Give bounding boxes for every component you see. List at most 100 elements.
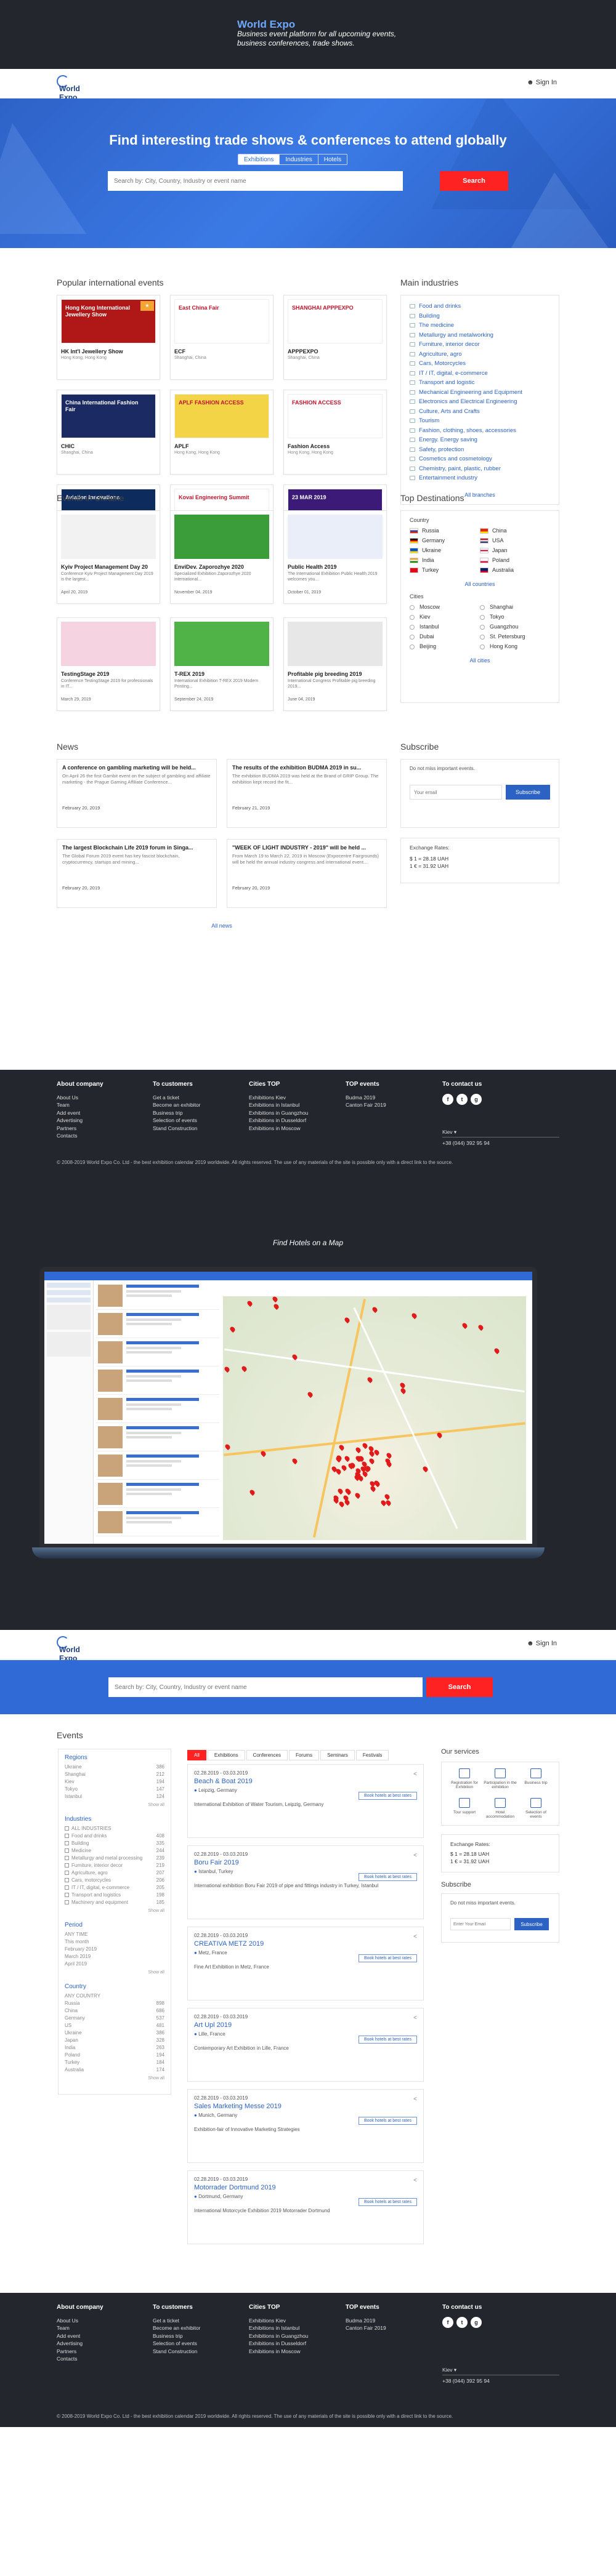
event-title[interactable]: Art Upl 2019 — [194, 2021, 417, 2029]
footer-link[interactable]: Exhibitions Kiev — [249, 1094, 308, 1102]
popular-event-card[interactable]: SHANGHAI APPPEXPO APPPEXPO Shanghai, China — [283, 295, 387, 380]
filter-option[interactable]: Agriculture, agro 207 — [65, 1869, 164, 1877]
book-hotels-button[interactable]: Book hotels at best rates — [358, 2036, 417, 2044]
footer-link[interactable]: Business trip — [153, 2332, 201, 2340]
google-icon[interactable]: g — [471, 2316, 482, 2328]
footer-link[interactable]: Partners — [57, 1125, 103, 1133]
all-news-link[interactable]: All news — [57, 923, 387, 929]
service-tile[interactable]: Selection of events — [519, 1798, 553, 1819]
filter-option[interactable]: Russia 898 — [65, 2000, 164, 2007]
footer-link[interactable]: Budma 2019 — [346, 1094, 386, 1102]
ukraine-event-card[interactable]: TestingStage 2019 Conference TestingStage… — [57, 617, 160, 711]
footer-link[interactable]: Get a ticket — [153, 2317, 201, 2325]
footer-link[interactable]: Add event — [57, 1109, 103, 1117]
footer-link[interactable]: Canton Fair 2019 — [346, 2324, 386, 2332]
country-link[interactable]: Japan — [480, 545, 550, 555]
listing-search-button[interactable]: Search — [426, 1677, 493, 1697]
popular-event-card[interactable]: FASHION ACCESS Fashion Access Hong Kong, H… — [283, 390, 387, 475]
hotel-list-item[interactable] — [96, 1311, 219, 1338]
filter-option[interactable]: Turkey 184 — [65, 2059, 164, 2066]
country-link[interactable]: Russia — [410, 526, 480, 536]
filter-option[interactable]: Transport and logistics 198 — [65, 1892, 164, 1899]
country-link[interactable]: Poland — [480, 555, 550, 565]
service-tile[interactable]: Registration for Exhibition — [448, 1768, 481, 1789]
industry-link[interactable]: Tourism — [410, 416, 550, 426]
footer-link[interactable]: Exhibitions in Dusseldorf — [249, 2340, 308, 2348]
book-hotels-button[interactable]: Book hotels at best rates — [358, 1954, 417, 1962]
filter-option[interactable]: Poland 194 — [65, 2052, 164, 2059]
service-tile[interactable]: Hotel accommodation — [484, 1798, 517, 1819]
share-icon[interactable]: < — [413, 1933, 417, 1940]
filter-option[interactable]: Ukraine 386 — [65, 2029, 164, 2037]
country-link[interactable]: Australia — [480, 565, 550, 575]
listing-subscribe-button[interactable]: Subscribe — [514, 1918, 549, 1930]
filter-option[interactable]: ANY COUNTRY — [65, 1992, 164, 2000]
footer-link[interactable]: Become an exhibitor — [153, 2324, 201, 2332]
event-title[interactable]: CREATIVA METZ 2019 — [194, 1940, 417, 1948]
hero-search-input[interactable] — [108, 171, 403, 191]
industry-link[interactable]: Transport and logistic — [410, 378, 550, 388]
listing-logo[interactable]: World Expo — [57, 1636, 100, 1663]
popular-event-card[interactable]: China International Fashion Fair CHIC Shan… — [57, 390, 160, 475]
show-all-link[interactable]: Show all — [65, 1803, 164, 1807]
country-link[interactable]: India — [410, 555, 480, 565]
hotel-list-item[interactable] — [96, 1509, 219, 1536]
show-all-link[interactable]: Show all — [65, 2076, 164, 2080]
share-icon[interactable]: < — [413, 1771, 417, 1778]
facebook-icon[interactable]: f — [442, 2316, 453, 2328]
footer-link[interactable]: Canton Fair 2019 — [346, 1101, 386, 1109]
footer-link[interactable]: Exhibitions in Guangzhou — [249, 1109, 308, 1117]
industry-link[interactable]: Culture, Arts and Crafts — [410, 407, 550, 417]
share-icon[interactable]: < — [413, 2096, 417, 2103]
industry-link[interactable]: Chemistry, paint, plastic, rubber — [410, 464, 550, 474]
city-link[interactable]: Istanbul — [410, 622, 480, 632]
all-cities-link[interactable]: All cities — [410, 657, 550, 664]
news-card[interactable]: The largest Blockchain Life 2019 forum i… — [57, 839, 217, 908]
filter-option[interactable]: India 263 — [65, 2044, 164, 2052]
footer-link[interactable]: Partners — [57, 2348, 103, 2356]
footer-link[interactable]: Exhibitions in Istanbul — [249, 2324, 308, 2332]
footer-link[interactable]: Exhibitions in Istanbul — [249, 1101, 308, 1109]
city-link[interactable]: Tokyo — [480, 612, 550, 622]
filter-option[interactable]: Medicine 244 — [65, 1847, 164, 1855]
filter-option[interactable]: IT / IT, digital, e-commerce 205 — [65, 1884, 164, 1892]
filter-option[interactable]: Machinery and equipment 185 — [65, 1899, 164, 1906]
listing-signin-link[interactable]: ☻ Sign In — [527, 1640, 557, 1647]
filter-option[interactable]: Metallurgy and metal processing 239 — [65, 1855, 164, 1862]
filter-option[interactable]: March 2019 — [65, 1953, 164, 1960]
book-hotels-button[interactable]: Book hotels at best rates — [358, 1873, 417, 1881]
filter-option[interactable]: Food and drinks 408 — [65, 1832, 164, 1840]
popular-event-card[interactable]: Hong Kong International Jewellery Show ★ H… — [57, 295, 160, 380]
footer-link[interactable]: Stand Construction — [153, 1125, 201, 1133]
footer-link[interactable]: Stand Construction — [153, 2348, 201, 2356]
country-link[interactable]: Turkey — [410, 565, 480, 575]
country-link[interactable]: China — [480, 526, 550, 536]
share-icon[interactable]: < — [413, 2015, 417, 2021]
site-logo[interactable]: World Expo — [57, 75, 100, 102]
filter-option[interactable]: Australia 174 — [65, 2066, 164, 2074]
ukraine-event-card[interactable]: Public Health 2019 The International Exhi… — [283, 510, 387, 604]
industry-link[interactable]: Energy. Energy saving — [410, 435, 550, 445]
ukraine-event-card[interactable]: Kyiv Project Management Day 20 Conference… — [57, 510, 160, 604]
show-all-link[interactable]: Show all — [65, 1970, 164, 1975]
industry-link[interactable]: Building — [410, 311, 550, 321]
industry-link[interactable]: Food and drinks — [410, 302, 550, 311]
city-link[interactable]: Guangzhou — [480, 622, 550, 632]
footer-link[interactable]: Budma 2019 — [346, 2317, 386, 2325]
footer-link[interactable]: Contacts — [57, 2355, 103, 2363]
footer-link[interactable]: Advertising — [57, 1117, 103, 1125]
event-card[interactable]: 02.28.2019 - 03.03.2019 CREATIVA METZ 201… — [187, 1927, 424, 2000]
footer-link[interactable]: About Us — [57, 1094, 103, 1102]
city-link[interactable]: St. Petersburg — [480, 632, 550, 641]
event-title[interactable]: Sales Marketing Messe 2019 — [194, 2103, 417, 2110]
industry-link[interactable]: Furniture, interior decor — [410, 340, 550, 350]
filter-option[interactable]: February 2019 — [65, 1946, 164, 1953]
hotel-list-item[interactable] — [96, 1368, 219, 1395]
tab-exhibitions[interactable]: Exhibitions — [207, 1750, 245, 1760]
industry-link[interactable]: Fashion, clothing, shoes, accessories — [410, 426, 550, 436]
footer-link[interactable]: Contacts — [57, 1132, 103, 1140]
tab-conferences[interactable]: Conferences — [246, 1750, 288, 1760]
filter-option[interactable]: April 2019 — [65, 1960, 164, 1968]
tab-exhibitions[interactable]: Exhibitions — [238, 154, 280, 164]
all-countries-link[interactable]: All countries — [410, 581, 550, 587]
